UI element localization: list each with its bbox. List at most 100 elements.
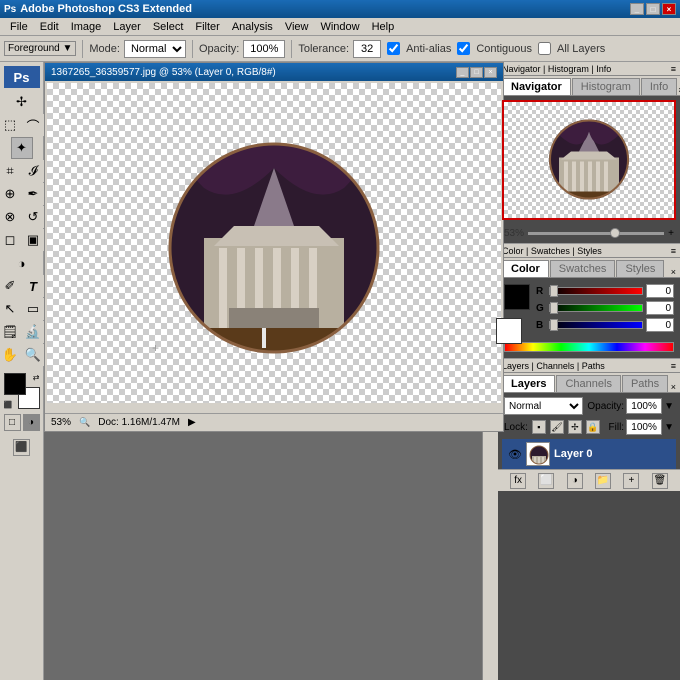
- marquee-tool[interactable]: ⬚: [0, 114, 21, 136]
- red-slider[interactable]: [549, 287, 643, 295]
- delete-layer-btn[interactable]: 🗑: [652, 473, 668, 489]
- red-slider-handle[interactable]: [550, 285, 558, 297]
- blue-value[interactable]: [646, 318, 674, 332]
- lock-transparent-icon[interactable]: ▪: [532, 420, 546, 434]
- contiguous-checkbox[interactable]: [457, 42, 470, 55]
- blue-slider[interactable]: [549, 321, 643, 329]
- color-panel-close[interactable]: ×: [671, 267, 676, 277]
- move-tool[interactable]: ✢: [11, 91, 33, 113]
- close-button[interactable]: ×: [662, 3, 676, 15]
- eyedropper-tool[interactable]: 𝓘: [22, 160, 44, 182]
- lasso-tool[interactable]: ⌒: [22, 114, 44, 136]
- menu-select[interactable]: Select: [147, 20, 190, 34]
- green-slider[interactable]: [549, 304, 643, 312]
- spectrum-bar[interactable]: [504, 342, 674, 352]
- zoom-tool[interactable]: 🔍: [22, 344, 44, 366]
- canvas-maximize-btn[interactable]: □: [470, 67, 483, 78]
- zoom-handle[interactable]: [610, 228, 620, 238]
- normal-screen-btn[interactable]: ⬛: [13, 439, 30, 456]
- fg-color-swatch[interactable]: [504, 284, 530, 310]
- lock-all-icon[interactable]: 🔒: [586, 420, 600, 434]
- new-group-btn[interactable]: 📁: [595, 473, 611, 489]
- eraser-tool[interactable]: ◻: [0, 229, 21, 251]
- blue-slider-handle[interactable]: [550, 319, 558, 331]
- shape-tool[interactable]: ▭: [22, 298, 44, 320]
- menu-edit[interactable]: Edit: [34, 20, 65, 34]
- opacity-input[interactable]: [243, 40, 285, 58]
- swap-colors-icon[interactable]: ⇄: [33, 373, 40, 382]
- lock-move-icon[interactable]: ✢: [568, 420, 582, 434]
- anti-alias-checkbox[interactable]: [387, 42, 400, 55]
- tab-color[interactable]: Color: [502, 260, 549, 277]
- tab-paths[interactable]: Paths: [622, 375, 668, 392]
- zoom-icon[interactable]: 🔍: [79, 417, 90, 428]
- tool-preset-picker[interactable]: Foreground ▼: [4, 41, 76, 56]
- menu-filter[interactable]: Filter: [189, 20, 225, 34]
- clone-tool[interactable]: ⊗: [0, 206, 21, 228]
- magic-wand-tool[interactable]: ✦: [11, 137, 33, 159]
- opacity-input[interactable]: [626, 398, 662, 414]
- tab-histogram[interactable]: Histogram: [572, 78, 640, 95]
- all-layers-checkbox[interactable]: [538, 42, 551, 55]
- tab-swatches[interactable]: Swatches: [550, 260, 616, 277]
- color-panel-menu[interactable]: ≡: [671, 246, 676, 256]
- status-arrow[interactable]: ▶: [188, 417, 196, 428]
- type-tool[interactable]: T: [22, 275, 44, 297]
- brush-tool[interactable]: ✒: [22, 183, 44, 205]
- notes-tool[interactable]: 🗒: [0, 321, 21, 343]
- layers-panel-menu[interactable]: ≡: [671, 361, 676, 371]
- menu-view[interactable]: View: [279, 20, 315, 34]
- menu-file[interactable]: File: [4, 20, 34, 34]
- menu-window[interactable]: Window: [314, 20, 365, 34]
- mode-select[interactable]: Normal: [124, 40, 186, 58]
- zoom-slider[interactable]: [528, 232, 664, 235]
- dodge-tool[interactable]: ◑: [11, 252, 33, 274]
- lock-paint-icon[interactable]: 🖌: [550, 420, 564, 434]
- tab-info[interactable]: Info: [641, 78, 677, 95]
- tab-channels[interactable]: Channels: [556, 375, 620, 392]
- menu-image[interactable]: Image: [65, 20, 108, 34]
- maximize-button[interactable]: □: [646, 3, 660, 15]
- canvas-close-btn[interactable]: ×: [484, 67, 497, 78]
- opacity-dropdown[interactable]: ▼: [664, 401, 674, 412]
- layer-mask-btn[interactable]: ⬜: [538, 473, 554, 489]
- quick-mask-btn[interactable]: ◑: [23, 414, 40, 431]
- tab-layers[interactable]: Layers: [502, 375, 555, 392]
- red-value[interactable]: [646, 284, 674, 298]
- history-brush-tool[interactable]: ↺: [22, 206, 44, 228]
- canvas-content[interactable]: +: [47, 83, 501, 403]
- green-slider-handle[interactable]: [550, 302, 558, 314]
- standard-mode-btn[interactable]: □: [4, 414, 21, 431]
- pen-tool[interactable]: ✐: [0, 275, 21, 297]
- tab-styles[interactable]: Styles: [616, 260, 664, 277]
- gradient-tool[interactable]: ▣: [22, 229, 44, 251]
- tool-row-8: ◑: [11, 252, 33, 274]
- new-layer-btn[interactable]: +: [623, 473, 639, 489]
- zoom-in-icon[interactable]: +: [668, 228, 674, 239]
- layers-close-btn[interactable]: ×: [671, 382, 676, 392]
- adjustment-layer-btn[interactable]: ◑: [567, 473, 583, 489]
- healing-tool[interactable]: ⊕: [0, 183, 21, 205]
- layer-item-0[interactable]: 👁: [502, 439, 676, 469]
- fill-dropdown[interactable]: ▼: [664, 422, 674, 433]
- green-value[interactable]: [646, 301, 674, 315]
- layer-visibility-icon[interactable]: 👁: [508, 447, 522, 461]
- canvas-minimize-btn[interactable]: _: [456, 67, 469, 78]
- crop-tool[interactable]: ⌗: [0, 160, 21, 182]
- menu-help[interactable]: Help: [366, 20, 401, 34]
- menu-layer[interactable]: Layer: [107, 20, 147, 34]
- tab-navigator[interactable]: Navigator: [502, 78, 571, 95]
- hand-tool[interactable]: ✋: [0, 344, 21, 366]
- path-select-tool[interactable]: ↖: [0, 298, 21, 320]
- default-colors-icon[interactable]: ⬛: [4, 401, 13, 409]
- minimize-button[interactable]: _: [630, 3, 644, 15]
- layer-style-btn[interactable]: fx: [510, 473, 526, 489]
- foreground-color-swatch[interactable]: [4, 373, 26, 395]
- panel-collapse-icon[interactable]: ≡: [671, 64, 676, 74]
- bg-color-swatch[interactable]: [496, 318, 522, 344]
- blend-mode-select[interactable]: Normal: [504, 397, 583, 415]
- eyedropper-tool2[interactable]: 🔬: [22, 321, 44, 343]
- tolerance-input[interactable]: [353, 40, 381, 58]
- menu-analysis[interactable]: Analysis: [226, 20, 279, 34]
- fill-input[interactable]: [626, 419, 662, 435]
